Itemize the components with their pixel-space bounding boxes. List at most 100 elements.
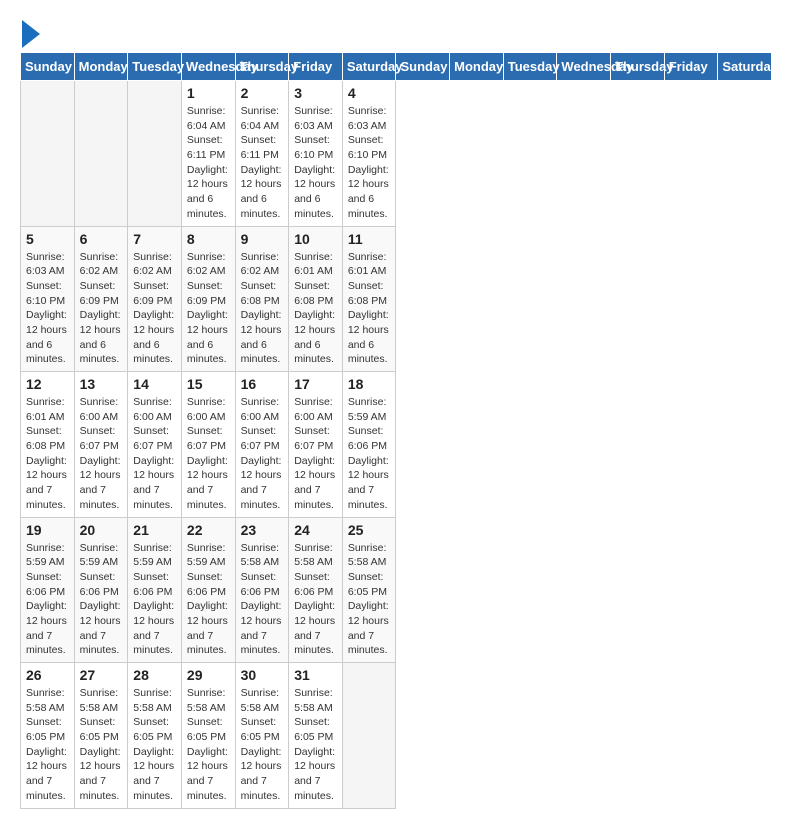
- day-info: Sunrise: 6:02 AMSunset: 6:08 PMDaylight:…: [241, 250, 284, 368]
- calendar-week-row: 1 Sunrise: 6:04 AMSunset: 6:11 PMDaylight…: [21, 81, 772, 227]
- day-info: Sunrise: 5:59 AMSunset: 6:06 PMDaylight:…: [133, 541, 176, 659]
- column-header-tuesday: Tuesday: [128, 53, 182, 81]
- day-info: Sunrise: 6:00 AMSunset: 6:07 PMDaylight:…: [80, 395, 123, 513]
- calendar-cell: 5 Sunrise: 6:03 AMSunset: 6:10 PMDaylight…: [21, 226, 75, 372]
- day-number: 29: [187, 667, 230, 683]
- calendar-cell: [128, 81, 182, 227]
- day-number: 28: [133, 667, 176, 683]
- day-info: Sunrise: 5:58 AMSunset: 6:06 PMDaylight:…: [294, 541, 337, 659]
- day-number: 11: [348, 231, 391, 247]
- calendar-cell: 28Sunrise: 5:58 AMSunset: 6:05 PMDayligh…: [128, 663, 182, 809]
- day-number: 31: [294, 667, 337, 683]
- column-header-saturday: Saturday: [718, 53, 772, 81]
- day-info: Sunrise: 6:03 AMSunset: 6:10 PMDaylight:…: [294, 104, 337, 222]
- column-header-tuesday: Tuesday: [503, 53, 557, 81]
- day-number: 2: [241, 85, 284, 101]
- calendar-cell: 1 Sunrise: 6:04 AMSunset: 6:11 PMDaylight…: [181, 81, 235, 227]
- column-header-wednesday: Wednesday: [557, 53, 611, 81]
- day-info: Sunrise: 5:59 AMSunset: 6:06 PMDaylight:…: [26, 541, 69, 659]
- day-info: Sunrise: 5:59 AMSunset: 6:06 PMDaylight:…: [348, 395, 391, 513]
- calendar-week-row: 26 Sunrise: 5:58 AMSunset: 6:05 PMDayligh…: [21, 663, 772, 809]
- column-header-wednesday: Wednesday: [181, 53, 235, 81]
- day-info: Sunrise: 6:01 AMSunset: 6:08 PMDaylight:…: [348, 250, 391, 368]
- day-info: Sunrise: 6:04 AMSunset: 6:11 PMDaylight:…: [241, 104, 284, 222]
- column-header-monday: Monday: [74, 53, 128, 81]
- calendar-cell: 14 Sunrise: 6:00 AMSunset: 6:07 PMDayligh…: [128, 372, 182, 518]
- calendar-cell: 11 Sunrise: 6:01 AMSunset: 6:08 PMDayligh…: [342, 226, 396, 372]
- day-info: Sunrise: 6:02 AMSunset: 6:09 PMDaylight:…: [133, 250, 176, 368]
- day-number: 21: [133, 522, 176, 538]
- day-number: 10: [294, 231, 337, 247]
- column-header-saturday: Saturday: [342, 53, 396, 81]
- day-number: 20: [80, 522, 123, 538]
- day-info: Sunrise: 6:00 AMSunset: 6:07 PMDaylight:…: [187, 395, 230, 513]
- logo: [20, 20, 40, 42]
- day-info: Sunrise: 5:59 AMSunset: 6:06 PMDaylight:…: [80, 541, 123, 659]
- day-info: Sunrise: 6:02 AMSunset: 6:09 PMDaylight:…: [80, 250, 123, 368]
- calendar-cell: 25Sunrise: 5:58 AMSunset: 6:05 PMDayligh…: [342, 517, 396, 663]
- calendar-cell: 4Sunrise: 6:03 AMSunset: 6:10 PMDaylight…: [342, 81, 396, 227]
- day-info: Sunrise: 6:01 AMSunset: 6:08 PMDaylight:…: [26, 395, 69, 513]
- day-number: 18: [348, 376, 391, 392]
- calendar-cell: [342, 663, 396, 809]
- day-number: 12: [26, 376, 69, 392]
- day-number: 26: [26, 667, 69, 683]
- calendar-cell: 31 Sunrise: 5:58 AMSunset: 6:05 PMDayligh…: [289, 663, 343, 809]
- day-number: 16: [241, 376, 284, 392]
- day-info: Sunrise: 6:00 AMSunset: 6:07 PMDaylight:…: [294, 395, 337, 513]
- day-number: 19: [26, 522, 69, 538]
- calendar-cell: 2 Sunrise: 6:04 AMSunset: 6:11 PMDaylight…: [235, 81, 289, 227]
- day-info: Sunrise: 6:04 AMSunset: 6:11 PMDaylight:…: [187, 104, 230, 222]
- day-info: Sunrise: 5:58 AMSunset: 6:05 PMDaylight:…: [187, 686, 230, 804]
- day-number: 8: [187, 231, 230, 247]
- calendar-week-row: 5 Sunrise: 6:03 AMSunset: 6:10 PMDaylight…: [21, 226, 772, 372]
- day-number: 27: [80, 667, 123, 683]
- column-header-sunday: Sunday: [396, 53, 450, 81]
- calendar-cell: 9 Sunrise: 6:02 AMSunset: 6:08 PMDaylight…: [235, 226, 289, 372]
- day-info: Sunrise: 5:58 AMSunset: 6:05 PMDaylight:…: [294, 686, 337, 804]
- day-number: 1: [187, 85, 230, 101]
- calendar-cell: 15 Sunrise: 6:00 AMSunset: 6:07 PMDayligh…: [181, 372, 235, 518]
- day-number: 30: [241, 667, 284, 683]
- day-info: Sunrise: 5:59 AMSunset: 6:06 PMDaylight:…: [187, 541, 230, 659]
- calendar-cell: 18 Sunrise: 5:59 AMSunset: 6:06 PMDayligh…: [342, 372, 396, 518]
- calendar-week-row: 19 Sunrise: 5:59 AMSunset: 6:06 PMDayligh…: [21, 517, 772, 663]
- calendar-header-row: SundayMondayTuesdayWednesdayThursdayFrid…: [21, 53, 772, 81]
- day-number: 17: [294, 376, 337, 392]
- calendar-cell: 29 Sunrise: 5:58 AMSunset: 6:05 PMDayligh…: [181, 663, 235, 809]
- column-header-friday: Friday: [664, 53, 718, 81]
- column-header-thursday: Thursday: [235, 53, 289, 81]
- calendar-cell: 12 Sunrise: 6:01 AMSunset: 6:08 PMDayligh…: [21, 372, 75, 518]
- day-number: 5: [26, 231, 69, 247]
- calendar-cell: 26 Sunrise: 5:58 AMSunset: 6:05 PMDayligh…: [21, 663, 75, 809]
- day-number: 24: [294, 522, 337, 538]
- day-info: Sunrise: 6:00 AMSunset: 6:07 PMDaylight:…: [241, 395, 284, 513]
- calendar-cell: 20 Sunrise: 5:59 AMSunset: 6:06 PMDayligh…: [74, 517, 128, 663]
- calendar-cell: 24 Sunrise: 5:58 AMSunset: 6:06 PMDayligh…: [289, 517, 343, 663]
- column-header-thursday: Thursday: [611, 53, 665, 81]
- calendar-cell: 27 Sunrise: 5:58 AMSunset: 6:05 PMDayligh…: [74, 663, 128, 809]
- calendar-table: SundayMondayTuesdayWednesdayThursdayFrid…: [20, 52, 772, 809]
- day-info: Sunrise: 5:58 AMSunset: 6:05 PMDaylight:…: [241, 686, 284, 804]
- column-header-sunday: Sunday: [21, 53, 75, 81]
- calendar-cell: 23Sunrise: 5:58 AMSunset: 6:06 PMDayligh…: [235, 517, 289, 663]
- day-info: Sunrise: 6:03 AMSunset: 6:10 PMDaylight:…: [348, 104, 391, 222]
- day-info: Sunrise: 6:02 AMSunset: 6:09 PMDaylight:…: [187, 250, 230, 368]
- day-number: 14: [133, 376, 176, 392]
- day-info: Sunrise: 6:01 AMSunset: 6:08 PMDaylight:…: [294, 250, 337, 368]
- page-header: [20, 20, 772, 42]
- calendar-cell: 19 Sunrise: 5:59 AMSunset: 6:06 PMDayligh…: [21, 517, 75, 663]
- day-info: Sunrise: 6:03 AMSunset: 6:10 PMDaylight:…: [26, 250, 69, 368]
- day-info: Sunrise: 5:58 AMSunset: 6:05 PMDaylight:…: [26, 686, 69, 804]
- calendar-cell: 6 Sunrise: 6:02 AMSunset: 6:09 PMDaylight…: [74, 226, 128, 372]
- day-number: 9: [241, 231, 284, 247]
- day-number: 13: [80, 376, 123, 392]
- day-number: 6: [80, 231, 123, 247]
- day-number: 23: [241, 522, 284, 538]
- day-number: 25: [348, 522, 391, 538]
- day-info: Sunrise: 5:58 AMSunset: 6:05 PMDaylight:…: [80, 686, 123, 804]
- logo-arrow-icon: [22, 20, 40, 48]
- day-number: 7: [133, 231, 176, 247]
- day-info: Sunrise: 6:00 AMSunset: 6:07 PMDaylight:…: [133, 395, 176, 513]
- day-number: 15: [187, 376, 230, 392]
